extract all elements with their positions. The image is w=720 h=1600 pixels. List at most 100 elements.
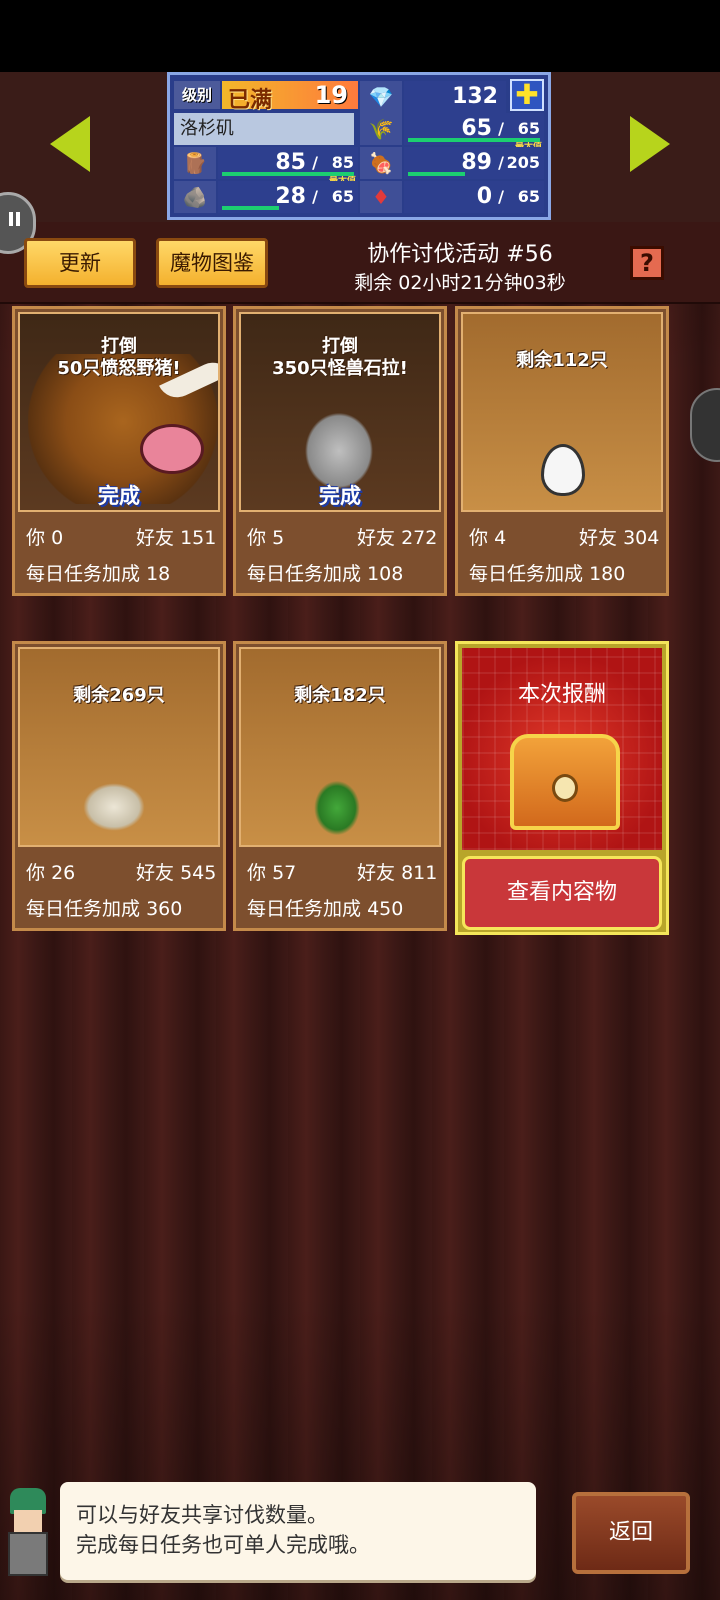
bonus-label: 每日任务加成 <box>26 563 141 585</box>
you-label: 你 <box>26 527 46 549</box>
card-art: 剩余112只 <box>461 312 663 512</box>
status-bar <box>0 0 720 72</box>
help-button[interactable]: ? <box>630 246 664 280</box>
daily-bonus: 每日任务加成 180 <box>469 559 625 586</box>
friend-value: 151 <box>180 527 217 549</box>
friend-count: 好友 811 <box>357 858 437 885</box>
card-art: 打倒 50只愤怒野猪! 完成 <box>18 312 220 512</box>
card-complete-label: 完成 <box>319 484 361 508</box>
daily-bonus: 每日任务加成 108 <box>247 559 403 586</box>
you-value: 57 <box>272 862 297 884</box>
town-name: 洛杉矶 <box>174 113 354 145</box>
ruby-current: 0 <box>476 184 492 209</box>
friend-value: 811 <box>401 862 438 884</box>
monster-card-boar[interactable]: 打倒 50只愤怒野猪! 完成 你 0 好友 151 每日任务加成 18 <box>12 306 226 596</box>
pause-icon <box>9 212 13 226</box>
friend-count: 好友 272 <box>357 523 437 550</box>
friend-count: 好友 151 <box>136 523 216 550</box>
card-bonus-row: 每日任务加成 108 <box>247 559 441 591</box>
card-task-text: 剩余112只 <box>516 350 608 371</box>
grass-icon: 🌾 <box>360 113 402 145</box>
stats-panel: 级别 已满 19 💎 132 ✚ 洛杉矶 🌾 65 / 65 最大值 🪵 85 … <box>167 72 551 220</box>
side-tab-right[interactable] <box>690 388 720 462</box>
you-value: 4 <box>494 527 507 549</box>
monster-card-plant[interactable]: 剩余182只 你 57 好友 811 每日任务加成 450 <box>233 641 447 931</box>
stone-current: 28 <box>275 184 306 209</box>
hint-text: 可以与好友共享讨伐数量。 完成每日任务也可单人完成哦。 <box>76 1500 370 1560</box>
card-bonus-row: 每日任务加成 450 <box>247 894 441 926</box>
you-count: 你 26 <box>26 858 75 885</box>
card-art: 打倒 350只怪兽石拉! 完成 <box>239 312 441 512</box>
friend-label: 好友 <box>136 862 175 884</box>
friend-value: 545 <box>180 862 217 884</box>
view-contents-button[interactable]: 查看内容物 <box>462 856 662 930</box>
you-count: 你 4 <box>469 523 506 550</box>
wood-progress-bar <box>222 172 354 176</box>
bonus-value: 360 <box>146 898 183 920</box>
card-counts-row: 你 4 好友 304 <box>469 523 663 555</box>
refresh-button[interactable]: 更新 <box>24 238 136 288</box>
egg-monster-icon <box>541 444 585 496</box>
avatar-face <box>14 1510 42 1532</box>
friend-label: 好友 <box>357 862 396 884</box>
you-value: 0 <box>51 527 64 549</box>
friend-label: 好友 <box>357 527 396 549</box>
card-counts-row: 你 26 好友 545 <box>26 858 220 890</box>
add-gems-button[interactable]: ✚ <box>510 79 544 111</box>
friend-count: 好友 304 <box>579 523 659 550</box>
card-bonus-row: 每日任务加成 180 <box>469 559 663 591</box>
next-arrow-icon[interactable] <box>630 116 670 172</box>
food-slash: / <box>498 153 504 172</box>
friend-count: 好友 545 <box>136 858 216 885</box>
avatar-body <box>8 1532 48 1576</box>
meat-icon: 🍖 <box>360 147 402 179</box>
plant-monster-icon <box>311 777 363 839</box>
monster-card-rock[interactable]: 打倒 350只怪兽石拉! 完成 你 5 好友 272 每日任务加成 108 <box>233 306 447 596</box>
bonus-label: 每日任务加成 <box>26 898 141 920</box>
level-box: 已满 19 <box>222 81 358 113</box>
hint-line-2: 完成每日任务也可单人完成哦。 <box>76 1533 370 1557</box>
you-label: 你 <box>469 527 489 549</box>
gem-count-box: 132 <box>404 81 506 113</box>
ruby-value-box: 0 / 65 <box>404 181 544 213</box>
stone-row: 🪨 28 / 65 <box>174 181 358 213</box>
stone-value-box: 28 / 65 <box>218 181 358 213</box>
gem-row: 💎 132 <box>360 81 506 113</box>
boar-snout <box>140 424 204 474</box>
reward-panel: 本次报酬 <box>462 648 662 850</box>
grass-value-box: 65 / 65 最大值 <box>404 113 544 152</box>
bonus-value: 18 <box>146 563 171 585</box>
card-art: 剩余269只 <box>18 647 220 847</box>
monster-card-bones[interactable]: 剩余269只 你 26 好友 545 每日任务加成 360 <box>12 641 226 931</box>
hint-line-1: 可以与好友共享讨伐数量。 <box>76 1503 328 1527</box>
level-value: 19 <box>314 81 348 109</box>
gem-count: 132 <box>452 84 498 109</box>
wood-value-box: 85 / 85 最大值 <box>218 147 358 186</box>
friend-value: 272 <box>401 527 438 549</box>
back-button[interactable]: 返回 <box>572 1492 690 1574</box>
card-task-text: 打倒 350只怪兽石拉! <box>272 336 408 379</box>
stone-max: 65 <box>331 187 354 206</box>
prev-arrow-icon[interactable] <box>50 116 90 172</box>
ruby-row: ♦ 0 / 65 <box>360 181 544 213</box>
you-count: 你 0 <box>26 523 63 550</box>
card-counts-row: 你 0 好友 151 <box>26 523 220 555</box>
friend-value: 304 <box>623 527 660 549</box>
level-label: 级别 <box>174 81 220 109</box>
food-current: 89 <box>461 150 492 175</box>
card-counts-row: 你 57 好友 811 <box>247 858 441 890</box>
food-progress-bar <box>408 172 465 176</box>
card-art: 剩余182只 <box>239 647 441 847</box>
card-task-text: 打倒 50只愤怒野猪! <box>57 336 181 379</box>
card-bonus-row: 每日任务加成 18 <box>26 559 220 591</box>
bonus-value: 180 <box>589 563 626 585</box>
bone-monster-icon <box>78 779 150 835</box>
hint-dialog: 可以与好友共享讨伐数量。 完成每日任务也可单人完成哦。 <box>60 1482 536 1580</box>
friend-label: 好友 <box>136 527 175 549</box>
monster-card-egg[interactable]: 剩余112只 你 4 好友 304 每日任务加成 180 <box>455 306 669 596</box>
you-label: 你 <box>247 527 267 549</box>
diamond-icon: 💎 <box>360 81 402 113</box>
bestiary-button[interactable]: 魔物图鉴 <box>156 238 268 288</box>
chest-lock-icon <box>552 774 578 802</box>
card-bonus-row: 每日任务加成 360 <box>26 894 220 926</box>
